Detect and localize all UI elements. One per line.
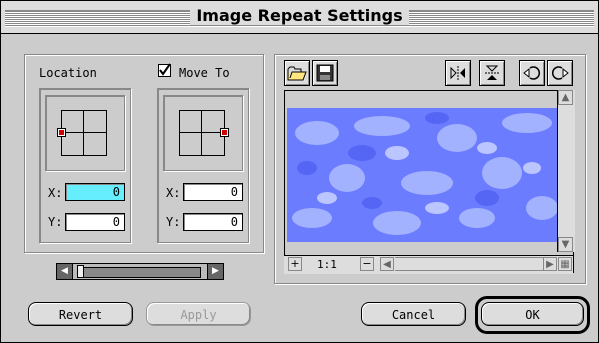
zoom-level: 1:1: [317, 258, 337, 271]
slider-thumb[interactable]: [77, 265, 84, 278]
move-to-checkbox[interactable]: [158, 63, 171, 77]
move-to-x-label: X:: [166, 186, 181, 200]
scroll-left-arrow-icon[interactable]: ◀: [380, 257, 394, 271]
ok-button[interactable]: OK: [481, 302, 584, 326]
flip-vertical-icon: [485, 65, 499, 80]
location-anchor-grid[interactable]: [61, 110, 107, 156]
revert-button[interactable]: Revert: [28, 302, 133, 326]
zoom-in-button[interactable]: +: [288, 257, 302, 271]
scroll-right-arrow-icon[interactable]: ▶: [543, 257, 557, 271]
window-title: Image Repeat Settings: [190, 6, 409, 25]
move-to-y-label: Y:: [166, 215, 181, 229]
cancel-button[interactable]: Cancel: [361, 302, 466, 326]
move-to-y-field[interactable]: 0: [183, 213, 243, 231]
location-label: Location: [39, 66, 97, 80]
title-bar[interactable]: Image Repeat Settings: [1, 1, 598, 34]
move-to-x-field[interactable]: 0: [183, 183, 243, 201]
slider-track[interactable]: [79, 267, 201, 278]
frame-slider[interactable]: ◀ ▶: [56, 263, 224, 280]
save-button[interactable]: [312, 60, 338, 86]
floppy-disk-icon: [316, 64, 334, 82]
folder-open-icon: [287, 66, 307, 81]
apply-button: Apply: [146, 302, 251, 326]
preview-vertical-scrollbar[interactable]: ▲ ▼: [557, 90, 575, 252]
checkmark-icon: [159, 63, 171, 76]
texture-preview: [287, 108, 557, 242]
rotate-right-button[interactable]: [547, 60, 573, 86]
location-anchor-marker[interactable]: [57, 128, 66, 137]
move-to-anchor-grid[interactable]: [179, 110, 225, 156]
scroll-up-arrow-icon[interactable]: ▲: [558, 90, 573, 105]
flip-horizontal-icon: [450, 66, 465, 80]
slider-left-arrow-icon[interactable]: ◀: [57, 264, 73, 279]
horizontal-scroll-track[interactable]: [395, 257, 543, 271]
move-to-label: Move To: [179, 66, 230, 80]
rotate-right-icon: [552, 66, 569, 80]
flip-vertical-button[interactable]: [479, 60, 505, 86]
flip-horizontal-button[interactable]: [445, 60, 471, 86]
rotate-left-button[interactable]: [519, 60, 545, 86]
location-x-field[interactable]: 0: [65, 183, 125, 201]
preview-image[interactable]: [287, 108, 557, 242]
move-to-anchor-marker[interactable]: [220, 128, 229, 137]
zoom-out-button[interactable]: −: [360, 257, 374, 271]
location-y-label: Y:: [48, 215, 63, 229]
location-y-field[interactable]: 0: [65, 213, 125, 231]
open-folder-button[interactable]: [284, 60, 310, 86]
preview-horizontal-bar: + 1:1 − ◀ ▶ ▦: [284, 255, 573, 274]
scroll-down-arrow-icon[interactable]: ▼: [558, 237, 573, 252]
location-x-label: X:: [48, 186, 63, 200]
rotate-left-icon: [523, 66, 540, 80]
resize-grip-icon[interactable]: ▦: [558, 257, 572, 271]
dialog-window: Image Repeat Settings Location X: 0 Y: 0…: [0, 0, 599, 343]
slider-right-arrow-icon[interactable]: ▶: [207, 264, 223, 279]
